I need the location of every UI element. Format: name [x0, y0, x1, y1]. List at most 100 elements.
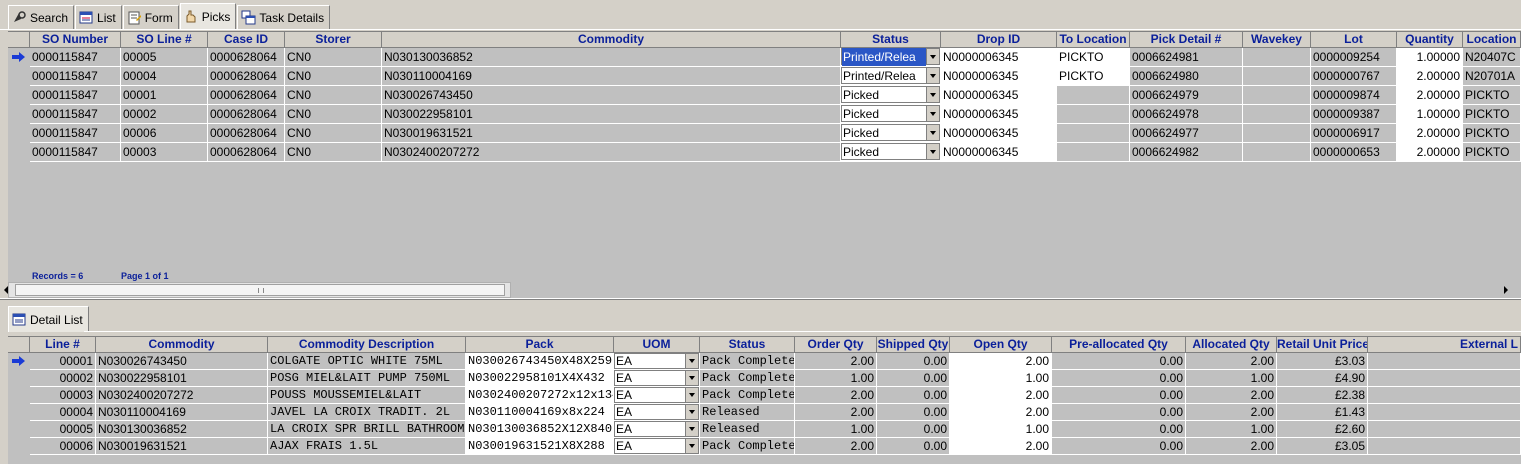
detail-grid[interactable]: Line # Commodity Commodity Description Pack… [8, 336, 1521, 464]
dropdown-arrow-icon[interactable] [685, 388, 698, 402]
column-header-pick-detail[interactable]: Pick Detail # [1130, 32, 1243, 48]
dropdown-arrow-icon[interactable] [685, 371, 698, 385]
dropdown-arrow-icon[interactable] [685, 354, 698, 368]
cell-status[interactable]: Picked [841, 124, 941, 143]
row-selector[interactable] [8, 67, 30, 86]
cell-status[interactable]: Picked [841, 86, 941, 105]
tab-form[interactable]: Form [122, 5, 179, 29]
column-header-so-number[interactable]: SO Number [30, 32, 121, 48]
column-header-pre-allocated-qty[interactable]: Pre-allocated Qty [1052, 337, 1186, 353]
cell-uom[interactable]: EA [614, 370, 700, 387]
dropdown-arrow-icon[interactable] [685, 439, 698, 453]
pick-row[interactable]: 0000115847 00004 0000628064 CN0 N03011000416… [8, 67, 1521, 86]
column-header-commodity[interactable]: Commodity [382, 32, 841, 48]
dropdown-arrow-icon[interactable] [926, 49, 939, 64]
pick-row[interactable]: 0000115847 00003 0000628064 CN0 N03024002072… [8, 143, 1521, 162]
cell-uom[interactable]: EA [614, 353, 700, 370]
tab-detail-list[interactable]: Detail List [8, 306, 89, 332]
cell-uom[interactable]: EA [614, 404, 700, 421]
column-header-commodity[interactable]: Commodity [96, 337, 268, 353]
column-header-allocated-qty[interactable]: Allocated Qty [1186, 337, 1277, 353]
cell-status[interactable]: Picked [841, 105, 941, 124]
tab-list[interactable]: List [75, 5, 122, 29]
column-header-line[interactable]: Line # [30, 337, 96, 353]
detail-row[interactable]: 00004 N030110004169 JAVEL LA CROIX TRADIT.… [8, 404, 1521, 421]
row-selector[interactable] [8, 353, 30, 370]
row-selector[interactable] [8, 404, 30, 421]
dropdown-arrow-icon[interactable] [926, 144, 939, 159]
column-header-quantity[interactable]: Quantity [1397, 32, 1463, 48]
column-header-shipped-qty[interactable]: Shipped Qty [877, 337, 950, 353]
column-header-commodity-description[interactable]: Commodity Description [268, 337, 466, 353]
dropdown-arrow-icon[interactable] [685, 405, 698, 419]
row-selector[interactable] [8, 387, 30, 404]
dropdown-arrow-icon[interactable] [685, 422, 698, 436]
row-selector[interactable] [8, 124, 30, 143]
column-header-external-l[interactable]: External L [1368, 337, 1521, 353]
dropdown-arrow-icon[interactable] [926, 125, 939, 140]
cell-uom[interactable]: EA [614, 438, 700, 455]
status-dropdown[interactable]: Picked [841, 105, 940, 122]
pick-row[interactable]: 0000115847 00006 0000628064 CN0 N03001963152… [8, 124, 1521, 143]
scrollbar-thumb[interactable] [15, 284, 505, 296]
row-selector[interactable] [8, 421, 30, 438]
detail-row[interactable]: 00001 N030026743450 COLGATE OPTIC WHITE 75… [8, 353, 1521, 370]
column-header-wavekey[interactable]: Wavekey [1243, 32, 1311, 48]
column-header-pack[interactable]: Pack [466, 337, 614, 353]
picks-grid[interactable]: SO Number SO Line # Case ID Storer Commodity… [4, 31, 1521, 298]
status-dropdown[interactable]: Printed/Relea [841, 67, 940, 84]
row-selector[interactable] [8, 105, 30, 124]
detail-row[interactable]: 00006 N030019631521 AJAX FRAIS 1.5L N030019… [8, 438, 1521, 455]
picks-horizontal-scrollbar[interactable] [8, 282, 511, 298]
tab-search[interactable]: Search [8, 5, 75, 29]
column-header-location[interactable]: Location [1463, 32, 1521, 48]
cell-status[interactable]: Printed/Relea [841, 48, 941, 67]
column-header-status[interactable]: Status [841, 32, 941, 48]
uom-dropdown[interactable]: EA [614, 421, 699, 437]
pick-row[interactable]: 0000115847 00002 0000628064 CN0 N03002295810… [8, 105, 1521, 124]
scroll-left-arrow-icon[interactable] [4, 286, 8, 294]
column-header-drop-id[interactable]: Drop ID [941, 32, 1057, 48]
tab-task-details[interactable]: Task Details [237, 5, 331, 29]
column-header-so-line[interactable]: SO Line # [121, 32, 208, 48]
column-header-lot[interactable]: Lot [1311, 32, 1397, 48]
cell-status[interactable]: Picked [841, 143, 941, 162]
row-selector[interactable] [8, 86, 30, 105]
cell-location: PICKTO [1463, 143, 1521, 162]
column-header-order-qty[interactable]: Order Qty [795, 337, 877, 353]
row-selector[interactable] [8, 370, 30, 387]
column-header-case-id[interactable]: Case ID [208, 32, 285, 48]
tab-picks[interactable]: Picks [179, 3, 237, 29]
uom-dropdown[interactable]: EA [614, 353, 699, 369]
row-selector[interactable] [8, 48, 30, 67]
scroll-right-arrow-icon[interactable] [1504, 286, 1508, 294]
status-dropdown[interactable]: Picked [841, 143, 940, 160]
cell-status[interactable]: Printed/Relea [841, 67, 941, 86]
column-header-storer[interactable]: Storer [285, 32, 382, 48]
status-dropdown[interactable]: Printed/Relea [841, 48, 940, 66]
pick-row[interactable]: 0000115847 00005 0000628064 CN0 N03013003685… [8, 48, 1521, 67]
uom-dropdown[interactable]: EA [614, 404, 699, 420]
cell-uom[interactable]: EA [614, 421, 700, 438]
column-header-to-location[interactable]: To Location [1057, 32, 1130, 48]
uom-dropdown[interactable]: EA [614, 370, 699, 386]
row-selector[interactable] [8, 143, 30, 162]
column-header-retail-unit-price[interactable]: Retail Unit Price [1277, 337, 1368, 353]
column-header-status[interactable]: Status [700, 337, 795, 353]
status-dropdown[interactable]: Picked [841, 86, 940, 103]
column-header-uom[interactable]: UOM [614, 337, 700, 353]
dropdown-arrow-icon[interactable] [926, 68, 939, 83]
column-header-open-qty[interactable]: Open Qty [950, 337, 1052, 353]
uom-dropdown[interactable]: EA [614, 387, 699, 403]
status-dropdown[interactable]: Picked [841, 124, 940, 141]
cell-uom[interactable]: EA [614, 387, 700, 404]
row-selector[interactable] [8, 438, 30, 455]
dropdown-arrow-icon[interactable] [926, 106, 939, 121]
panel-splitter[interactable] [0, 298, 1521, 300]
detail-row[interactable]: 00002 N030022958101 POSG MIEL&LAIT PUMP 75… [8, 370, 1521, 387]
dropdown-arrow-icon[interactable] [926, 87, 939, 102]
detail-row[interactable]: 00005 N030130036852 LA CROIX SPR BRILL BAT… [8, 421, 1521, 438]
detail-row[interactable]: 00003 N0302400207272 POUSS MOUSSEMIEL&LAIT… [8, 387, 1521, 404]
pick-row[interactable]: 0000115847 00001 0000628064 CN0 N03002674345… [8, 86, 1521, 105]
uom-dropdown[interactable]: EA [614, 438, 699, 454]
